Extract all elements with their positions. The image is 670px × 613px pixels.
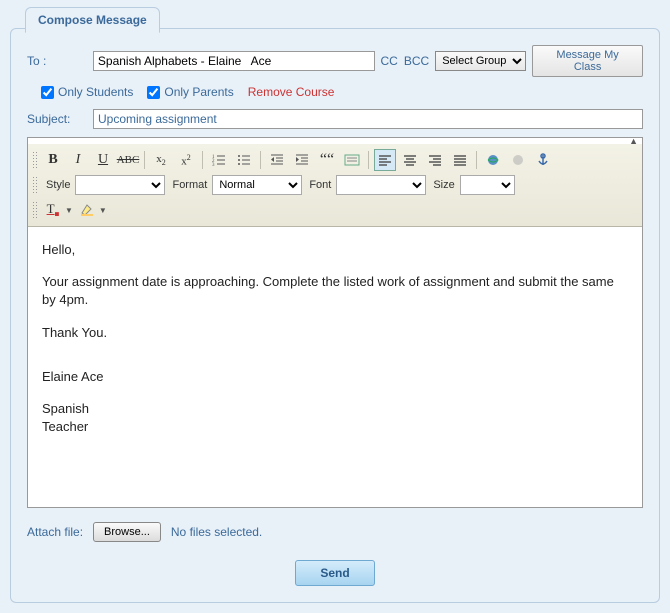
to-row: To : CC BCC Select Group Message My Clas… bbox=[27, 45, 643, 77]
align-right-button[interactable] bbox=[424, 149, 446, 171]
strikethrough-button[interactable]: ABC bbox=[117, 149, 139, 171]
body-thanks: Thank You. bbox=[42, 324, 628, 342]
superscript-button[interactable]: x2 bbox=[175, 149, 197, 171]
italic-button[interactable]: I bbox=[67, 149, 89, 171]
send-button[interactable]: Send bbox=[295, 560, 374, 586]
subject-input[interactable] bbox=[93, 109, 643, 129]
only-students-checkbox[interactable] bbox=[41, 86, 54, 99]
svg-text:3: 3 bbox=[212, 163, 215, 167]
only-students-label: Only Students bbox=[58, 85, 133, 99]
to-label: To : bbox=[27, 54, 87, 68]
body-role1: Spanish bbox=[42, 400, 628, 418]
align-justify-button[interactable] bbox=[449, 149, 471, 171]
subscript-button[interactable]: x2 bbox=[150, 149, 172, 171]
body-greeting: Hello, bbox=[42, 241, 628, 259]
style-select[interactable] bbox=[75, 175, 165, 195]
editor-body[interactable]: Hello, Your assignment date is approachi… bbox=[28, 227, 642, 507]
indent-button[interactable] bbox=[291, 149, 313, 171]
link-button[interactable] bbox=[482, 149, 504, 171]
text-color-button[interactable]: T■ ▼ bbox=[42, 199, 73, 221]
editor: ▲ B I U ABC x2 x2 123 bbox=[27, 137, 643, 508]
subject-row: Subject: bbox=[27, 109, 643, 129]
underline-button[interactable]: U bbox=[92, 149, 114, 171]
body-role2: Teacher bbox=[42, 418, 628, 436]
body-para1: Your assignment date is approaching. Com… bbox=[42, 273, 628, 309]
compose-tab: Compose Message bbox=[25, 7, 160, 33]
toolbar-handle-2 bbox=[32, 176, 37, 194]
send-row: Send bbox=[27, 560, 643, 586]
browse-button[interactable]: Browse... bbox=[93, 522, 161, 542]
bullet-list-button[interactable] bbox=[233, 149, 255, 171]
compose-panel: Compose Message To : CC BCC Select Group… bbox=[10, 28, 660, 603]
align-left-button[interactable] bbox=[374, 149, 396, 171]
size-select[interactable] bbox=[460, 175, 515, 195]
size-label: Size bbox=[433, 179, 454, 191]
div-button[interactable] bbox=[341, 149, 363, 171]
message-my-class-button[interactable]: Message My Class bbox=[532, 45, 643, 77]
outdent-button[interactable] bbox=[266, 149, 288, 171]
remove-course-link[interactable]: Remove Course bbox=[248, 85, 335, 99]
toolbar-handle bbox=[32, 151, 37, 169]
unlink-button[interactable] bbox=[507, 149, 529, 171]
bcc-link[interactable]: BCC bbox=[404, 54, 429, 68]
only-parents-label: Only Parents bbox=[164, 85, 233, 99]
editor-toolbar: B I U ABC x2 x2 123 bbox=[28, 144, 642, 227]
align-center-button[interactable] bbox=[399, 149, 421, 171]
font-select[interactable] bbox=[336, 175, 426, 195]
select-group-dropdown[interactable]: Select Group bbox=[435, 51, 526, 71]
numbered-list-button[interactable]: 123 bbox=[208, 149, 230, 171]
subject-label: Subject: bbox=[27, 112, 87, 126]
bg-color-button[interactable]: ▼ bbox=[76, 199, 107, 221]
blockquote-button[interactable]: ““ bbox=[316, 149, 338, 171]
anchor-button[interactable] bbox=[532, 149, 554, 171]
toolbar-handle-3 bbox=[32, 201, 37, 219]
format-select[interactable]: Normal bbox=[212, 175, 302, 195]
style-label: Style bbox=[46, 179, 70, 191]
format-label: Format bbox=[172, 179, 207, 191]
bold-button[interactable]: B bbox=[42, 149, 64, 171]
body-signature-name: Elaine Ace bbox=[42, 368, 628, 386]
attach-row: Attach file: Browse... No files selected… bbox=[27, 522, 643, 542]
attach-label: Attach file: bbox=[27, 525, 83, 539]
only-parents-checkbox[interactable] bbox=[147, 86, 160, 99]
filter-row: Only Students Only Parents Remove Course bbox=[27, 85, 643, 99]
cc-link[interactable]: CC bbox=[381, 54, 398, 68]
font-label: Font bbox=[309, 179, 331, 191]
to-input[interactable] bbox=[93, 51, 375, 71]
attach-status: No files selected. bbox=[171, 525, 262, 539]
